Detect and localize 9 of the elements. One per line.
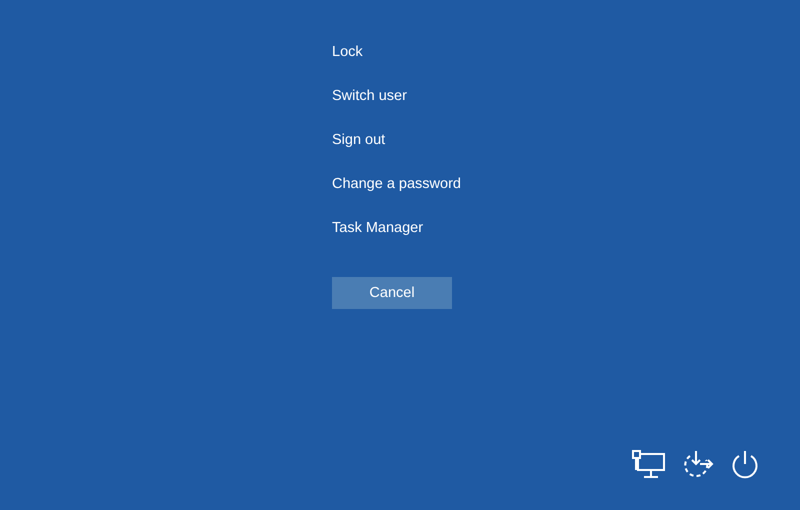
cancel-button[interactable]: Cancel bbox=[332, 277, 452, 309]
power-icon[interactable] bbox=[730, 450, 760, 480]
menu-item[interactable]: Change a password bbox=[332, 172, 461, 216]
network-icon[interactable] bbox=[632, 450, 666, 480]
dashed-circle-arrows-icon[interactable] bbox=[682, 450, 714, 480]
menu-item[interactable]: Switch user bbox=[332, 84, 407, 128]
menu-item[interactable]: Sign out bbox=[332, 128, 386, 172]
menu-item[interactable]: Task Manager bbox=[332, 216, 424, 260]
menu-item[interactable]: Lock bbox=[332, 40, 363, 84]
